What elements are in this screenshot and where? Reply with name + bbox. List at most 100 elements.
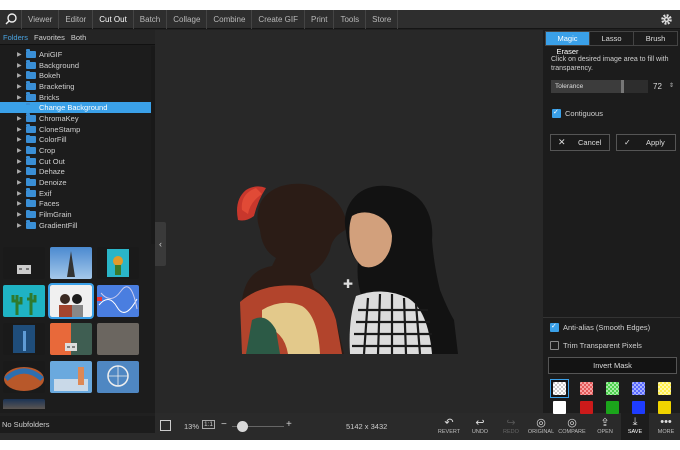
expand-arrow-icon[interactable]: ▶ [17, 126, 26, 133]
thumbnail[interactable] [50, 247, 92, 279]
folder-item[interactable]: ▶ Bracketing [0, 81, 155, 92]
save-button[interactable]: ⤓ SAVE [621, 413, 649, 440]
zoom-slider-thumb[interactable] [236, 421, 248, 432]
folder-item[interactable]: ▶ CloneStamp [0, 124, 155, 135]
folder-item-selected[interactable]: Change Background [0, 102, 155, 114]
expand-arrow-icon[interactable]: ▶ [17, 168, 26, 175]
menu-store[interactable]: Store [366, 10, 399, 29]
zoom-in-button[interactable]: + [286, 419, 292, 430]
menu-collage[interactable]: Collage [167, 10, 208, 29]
folder-item[interactable]: ▶ Background [0, 60, 155, 71]
refresh-icon[interactable]: ↻ [35, 433, 53, 440]
browser-settings-gear-icon[interactable] [137, 433, 155, 440]
folder-item[interactable]: ▶ Exif [0, 188, 155, 199]
expand-arrow-icon[interactable]: ▶ [17, 83, 26, 90]
swatch-blue-pattern[interactable] [632, 382, 645, 395]
app-logo-icon[interactable] [0, 10, 22, 29]
thumbnail[interactable] [97, 285, 139, 317]
antialias-checkbox[interactable] [550, 322, 559, 332]
cancel-button[interactable]: ✕ Cancel [550, 134, 610, 151]
folder-item[interactable]: ▶ Faces [0, 198, 155, 210]
collapse-panel-chevron-icon[interactable]: ‹ [155, 222, 166, 266]
thumbnail[interactable] [97, 247, 139, 279]
expand-arrow-icon[interactable]: ▶ [17, 147, 26, 154]
original-button[interactable]: ◎ ORIGINAL [527, 415, 555, 440]
thumbnail[interactable] [97, 323, 139, 355]
menu-viewer[interactable]: Viewer [22, 10, 60, 29]
swatch-green[interactable] [606, 401, 619, 414]
thumbnail[interactable] [3, 285, 45, 317]
zoom-out-button[interactable]: − [221, 419, 227, 430]
folder-item[interactable]: ▶ Bricks [0, 92, 155, 103]
folder-item[interactable]: ▶ FilmGrain [0, 209, 155, 220]
swatch-green-pattern[interactable] [606, 382, 619, 395]
expand-arrow-icon[interactable]: ▶ [17, 190, 26, 197]
thumbnail[interactable] [3, 247, 45, 279]
expand-arrow-icon[interactable]: ▶ [17, 51, 26, 58]
swatch-yellow-pattern[interactable] [658, 382, 671, 395]
swatch-transparent[interactable] [553, 382, 566, 395]
thumbnail[interactable] [97, 361, 139, 393]
expand-arrow-icon[interactable]: ▶ [17, 94, 26, 101]
expand-arrow-icon[interactable]: ▶ [17, 222, 26, 229]
folder-item[interactable]: ▶ Dehaze [0, 166, 155, 178]
more-button[interactable]: ••• MORE [652, 415, 680, 440]
apply-button[interactable]: ✓ Apply [616, 134, 676, 151]
compare-button[interactable]: ◎ COMPARE [558, 415, 586, 440]
open-button[interactable]: ⇪ OPEN [591, 415, 619, 440]
folder-item[interactable]: ▶ ChromaKey [0, 113, 155, 124]
expand-arrow-icon[interactable]: ▶ [17, 115, 26, 122]
trim-transparent-checkbox[interactable] [550, 341, 559, 350]
tab-folders[interactable]: Folders [0, 30, 31, 45]
tolerance-slider-rest[interactable] [624, 80, 648, 93]
folder-item[interactable]: ▶ ColorFill [0, 134, 155, 146]
expand-arrow-icon[interactable]: ▶ [17, 136, 26, 143]
thumbnail[interactable] [50, 323, 92, 355]
folder-item[interactable]: ▶ Cut Out [0, 156, 155, 167]
folder-item[interactable]: ▶ Denoize [0, 177, 155, 188]
tab-magic-eraser[interactable]: Magic Eraser [546, 32, 590, 56]
folder-item[interactable]: ▶ GradientFill [0, 220, 155, 231]
folder-item[interactable]: ▶ Crop [0, 145, 155, 156]
tolerance-slider[interactable]: Tolerance [551, 80, 621, 93]
menu-print[interactable]: Print [305, 10, 335, 29]
cutout-photo[interactable] [232, 170, 464, 354]
thumbnail[interactable] [50, 361, 92, 393]
star-icon[interactable]: ★ [18, 433, 36, 440]
thumbnail[interactable] [3, 399, 45, 409]
folder-item[interactable]: ▶ Bokeh [0, 70, 155, 81]
undo-button[interactable]: ↩ UNDO [466, 415, 494, 440]
menu-combine[interactable]: Combine [207, 10, 253, 29]
tab-favorites[interactable]: Favorites [31, 30, 68, 45]
expand-arrow-icon[interactable]: ▶ [17, 200, 26, 207]
tolerance-stepper-icon[interactable]: ⇕ [669, 80, 674, 93]
forward-arrow-icon[interactable]: → [70, 433, 88, 440]
menu-batch[interactable]: Batch [134, 10, 168, 29]
fit-window-icon[interactable] [160, 420, 171, 431]
thumbnail[interactable] [3, 323, 45, 355]
expand-arrow-icon[interactable]: ▶ [17, 72, 26, 79]
swatch-blue[interactable] [632, 401, 645, 414]
tolerance-value[interactable]: 72 [653, 80, 662, 93]
swatch-red-pattern[interactable] [580, 382, 593, 395]
revert-button[interactable]: ↶ REVERT [435, 415, 463, 440]
tab-lasso[interactable]: Lasso [590, 32, 634, 45]
expand-arrow-icon[interactable]: ▶ [17, 62, 26, 69]
swatch-red[interactable] [580, 401, 593, 414]
up-arrow-icon[interactable]: ↑ [88, 433, 106, 440]
tab-brush[interactable]: Brush [634, 32, 677, 45]
contiguous-checkbox[interactable] [552, 108, 561, 118]
expand-arrow-icon[interactable]: ▶ [17, 179, 26, 186]
swatch-yellow[interactable] [658, 401, 671, 414]
thumbnail-selected[interactable] [48, 283, 94, 319]
back-arrow-icon[interactable]: ← [53, 433, 71, 440]
menu-cut-out[interactable]: Cut Out [93, 10, 134, 29]
tab-both[interactable]: Both [68, 30, 89, 45]
zoom-percent[interactable]: 13% [184, 422, 199, 431]
chevron-down-icon[interactable]: ⌄ [0, 433, 18, 440]
menu-create-gif[interactable]: Create GIF [252, 10, 305, 29]
redo-button[interactable]: ↪ REDO [497, 415, 525, 440]
invert-mask-button[interactable]: Invert Mask [548, 357, 677, 374]
swatch-white[interactable] [553, 401, 566, 414]
expand-arrow-icon[interactable]: ▶ [17, 158, 26, 165]
